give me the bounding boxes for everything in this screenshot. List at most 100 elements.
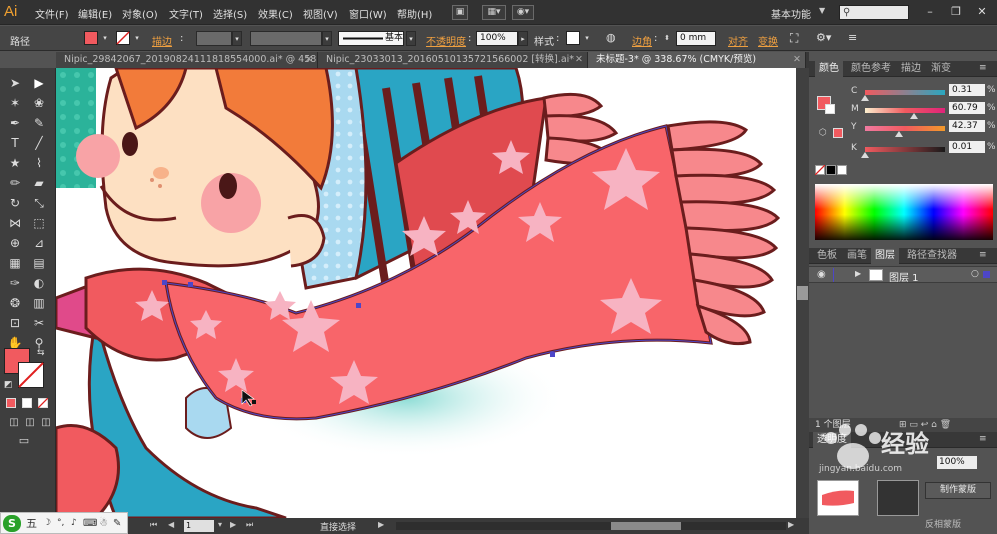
gradient-mode-icon[interactable] bbox=[22, 398, 32, 408]
menu-object[interactable]: 对象(O) bbox=[122, 6, 158, 21]
graph-icon[interactable]: ▥ bbox=[29, 294, 49, 312]
direct-selection-tool-icon[interactable]: ▶ bbox=[29, 74, 49, 92]
width-icon[interactable]: ⋈ bbox=[5, 214, 25, 232]
chevron-down-icon[interactable]: ▼ bbox=[819, 6, 825, 15]
recolor-artwork-icon[interactable]: ◍ bbox=[606, 31, 616, 44]
panel-stroke-swatch[interactable] bbox=[825, 104, 835, 114]
channel-y-value[interactable]: 42.37 bbox=[949, 120, 985, 132]
tab-document-1[interactable]: Nipic_29842067_20190824111818554000.ai* … bbox=[56, 52, 318, 68]
channel-m-value[interactable]: 60.79 bbox=[949, 102, 985, 114]
horizontal-scroll-thumb[interactable] bbox=[611, 522, 681, 530]
rotate-icon[interactable]: ↻ bbox=[5, 194, 25, 212]
channel-y-knob[interactable] bbox=[894, 131, 903, 137]
blend-icon[interactable]: ◐ bbox=[29, 274, 49, 292]
stepper-icon[interactable]: ⬍ bbox=[662, 31, 672, 46]
close-icon[interactable]: ✕ bbox=[973, 4, 991, 20]
tab-document-3[interactable]: 未标题-3* @ 338.67% (CMYK/预览) ✕ bbox=[588, 52, 806, 68]
gradient-icon[interactable]: ▤ bbox=[29, 254, 49, 272]
chevron-down-icon[interactable]: ▾ bbox=[322, 31, 332, 46]
arrange-documents-icon[interactable]: ▦▾ bbox=[482, 5, 506, 20]
black-swatch[interactable] bbox=[826, 165, 836, 175]
stroke-swatch[interactable] bbox=[116, 31, 130, 45]
menu-select[interactable]: 选择(S) bbox=[213, 6, 247, 21]
expand-arrow-icon[interactable]: ▶ bbox=[855, 269, 861, 278]
first-artboard-icon[interactable]: ⏮ bbox=[150, 520, 157, 530]
next-artboard-icon[interactable]: ▶ bbox=[230, 520, 236, 529]
bridge-icon[interactable]: ▣ bbox=[452, 5, 468, 20]
type-icon[interactable]: T bbox=[5, 134, 25, 152]
draw-inside-icon[interactable]: ◫ bbox=[36, 414, 56, 432]
invert-mask-checkbox[interactable]: 反相蒙版 bbox=[925, 517, 961, 530]
tab-stroke[interactable]: 描边 bbox=[897, 61, 925, 77]
tab-layers[interactable]: 图层 bbox=[871, 248, 899, 264]
skin-icon[interactable]: ☃ bbox=[99, 515, 108, 532]
keyboard-icon[interactable]: ⌨ bbox=[83, 515, 97, 532]
settings-icon[interactable]: ✎ bbox=[113, 515, 121, 532]
moon-icon[interactable]: ☽ bbox=[43, 515, 51, 532]
layer-row[interactable]: ◉ ▶ 图层 1 ○ bbox=[809, 266, 997, 284]
free-transform-icon[interactable]: ⬚ bbox=[29, 214, 49, 232]
panel-menu-icon[interactable]: ≡ bbox=[848, 31, 857, 44]
color-spectrum[interactable] bbox=[815, 184, 993, 240]
channel-c-value[interactable]: 0.31 bbox=[949, 84, 985, 96]
stroke-color-swatch[interactable] bbox=[18, 362, 44, 388]
tab-color[interactable]: 颜色 bbox=[815, 61, 843, 77]
graphic-style-swatch[interactable] bbox=[566, 31, 580, 45]
eye-icon[interactable]: ◉ bbox=[817, 269, 826, 280]
default-colors-icon[interactable]: ◩ bbox=[4, 380, 13, 390]
curvature-icon[interactable]: ✎ bbox=[29, 114, 49, 132]
channel-m-slider[interactable] bbox=[865, 108, 945, 113]
gamut-swatch[interactable] bbox=[833, 128, 843, 138]
opacity-field[interactable]: 100% bbox=[476, 31, 518, 46]
align-link[interactable]: 对齐 bbox=[728, 33, 748, 48]
magic-wand-icon[interactable]: ✶ bbox=[5, 94, 25, 112]
chevron-down-icon[interactable]: ▾ bbox=[582, 31, 592, 46]
pencil-icon[interactable]: ✏ bbox=[5, 174, 25, 192]
isolate-icon[interactable]: ⛶ bbox=[790, 31, 798, 46]
none-mode-icon[interactable] bbox=[38, 398, 48, 408]
channel-y-slider[interactable] bbox=[865, 126, 945, 131]
artboard-number-field[interactable]: 1 bbox=[184, 520, 214, 532]
color-mode-icon[interactable] bbox=[6, 398, 16, 408]
ime-mode[interactable]: 五 bbox=[26, 515, 37, 532]
previous-artboard-icon[interactable]: ◀ bbox=[168, 520, 174, 529]
scale-icon[interactable]: ⤡ bbox=[29, 194, 49, 212]
chevron-right-icon[interactable]: ▸ bbox=[518, 31, 528, 46]
transform-link[interactable]: 变换 bbox=[758, 33, 778, 48]
vertical-scroll-thumb[interactable] bbox=[797, 286, 808, 300]
stroke-link[interactable]: 描边 bbox=[152, 33, 172, 48]
channel-k-slider[interactable] bbox=[865, 147, 945, 152]
lasso-icon[interactable]: ❀ bbox=[29, 94, 49, 112]
menu-file[interactable]: 文件(F) bbox=[35, 6, 69, 21]
menu-edit[interactable]: 编辑(E) bbox=[78, 6, 112, 21]
slice-icon[interactable]: ✂ bbox=[29, 314, 49, 332]
artboard-canvas[interactable] bbox=[56, 68, 796, 518]
chevron-down-icon[interactable]: ▾ bbox=[232, 31, 242, 46]
last-artboard-icon[interactable]: ⏭ bbox=[246, 520, 253, 530]
channel-c-slider[interactable] bbox=[865, 90, 945, 95]
brush-definition-dropdown[interactable]: 基本 bbox=[338, 31, 404, 46]
corner-field[interactable]: 0 mm bbox=[676, 31, 716, 46]
panel-menu-icon[interactable]: ≡ bbox=[979, 250, 987, 260]
vertical-scrollbar[interactable] bbox=[796, 68, 809, 518]
channel-m-knob[interactable] bbox=[909, 113, 918, 119]
tab-pathfinder[interactable]: 路径查找器 bbox=[903, 248, 961, 264]
tab-brushes[interactable]: 画笔 bbox=[843, 248, 871, 264]
tab-color-guide[interactable]: 颜色参考 bbox=[847, 61, 895, 77]
menu-view[interactable]: 视图(V) bbox=[303, 6, 338, 21]
panel-menu-icon[interactable]: ≡ bbox=[979, 63, 987, 73]
tab-document-2[interactable]: Nipic_23033013_20160510135721566002 [转换]… bbox=[318, 52, 588, 68]
punctuation-icon[interactable]: °, bbox=[57, 515, 64, 532]
menu-effect[interactable]: 效果(C) bbox=[258, 6, 293, 21]
scroll-right-icon[interactable]: ▶ bbox=[788, 520, 794, 529]
screen-mode-icon[interactable]: ▭ bbox=[14, 432, 34, 450]
eyedropper-icon[interactable]: ✑ bbox=[5, 274, 25, 292]
horizontal-scrollbar[interactable] bbox=[396, 522, 786, 530]
rectangle-icon[interactable]: ★ bbox=[5, 154, 25, 172]
corner-link[interactable]: 边角 bbox=[632, 33, 652, 48]
out-of-gamut-icon[interactable]: ⬡ bbox=[819, 128, 827, 138]
gpu-icon[interactable]: ◉▾ bbox=[512, 5, 534, 20]
perspective-icon[interactable]: ⊿ bbox=[29, 234, 49, 252]
close-icon[interactable]: ✕ bbox=[575, 52, 583, 68]
white-swatch[interactable] bbox=[837, 165, 847, 175]
